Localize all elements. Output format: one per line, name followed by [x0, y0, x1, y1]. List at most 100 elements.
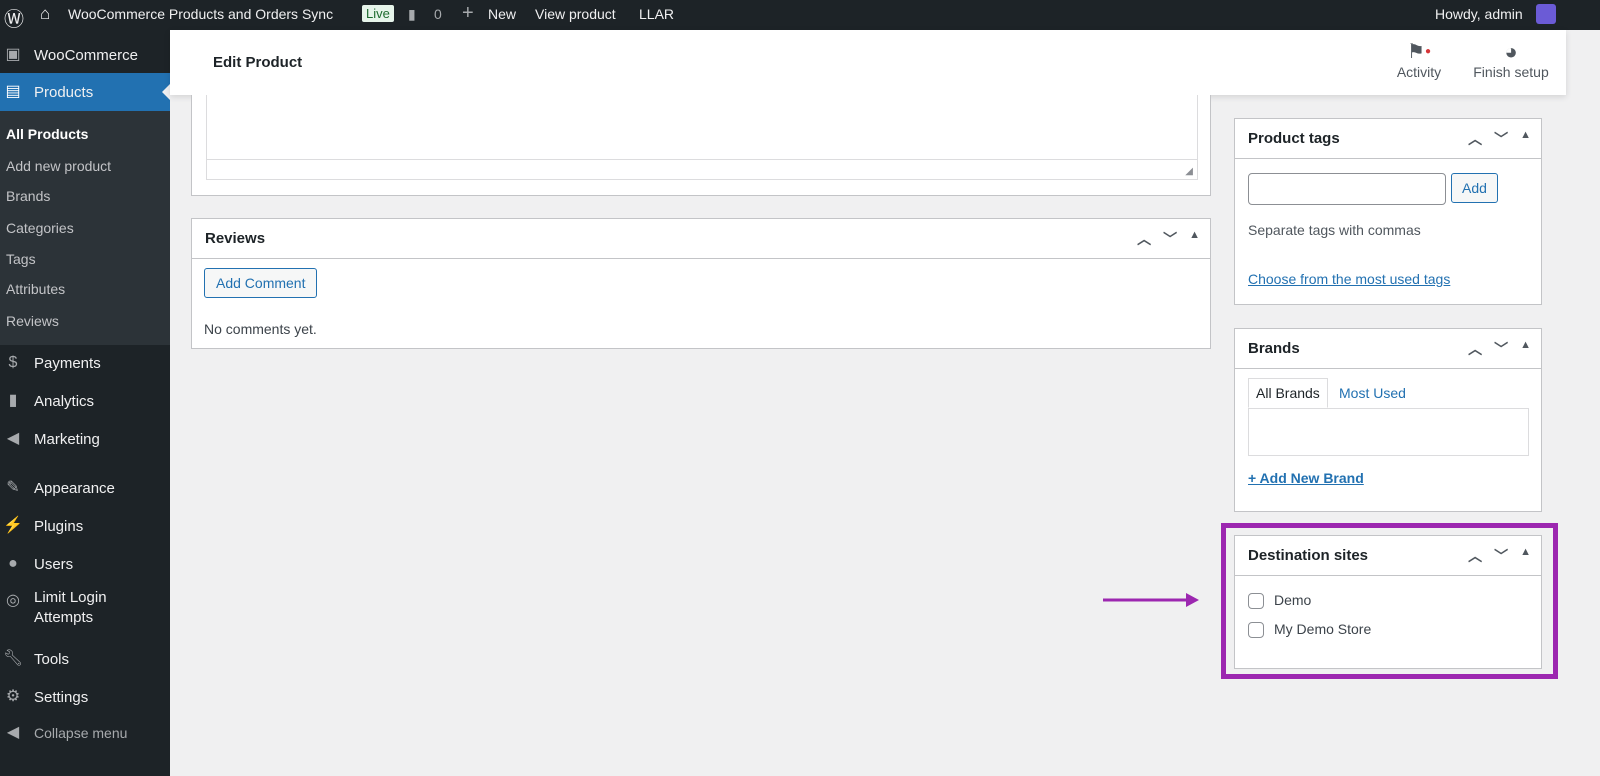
admin-sidebar: ▣ WooCommerce ▤ Products All Products Add … [0, 30, 170, 776]
move-up-icon[interactable]: ︿ [1468, 339, 1482, 359]
add-comment-button[interactable]: Add Comment [204, 268, 318, 298]
choose-most-used-tags-link[interactable]: Choose from the most used tags [1248, 271, 1450, 287]
menu-label: Payments [34, 354, 101, 372]
box-header: Product tags ︿ ﹀ ▲ [1235, 119, 1541, 159]
brands-checklist [1248, 408, 1529, 456]
tag-input[interactable] [1248, 173, 1446, 205]
tags-hint: Separate tags with commas [1248, 222, 1421, 238]
menu-label-line: Limit Login [34, 589, 107, 606]
move-up-icon[interactable]: ︿ [1137, 229, 1151, 249]
avatar[interactable] [1536, 4, 1556, 24]
toggle-panel-icon[interactable]: ▲ [1520, 546, 1531, 566]
wordpress-logo-icon[interactable]: Ⓦ [4, 3, 24, 32]
menu-users[interactable]: ● Users [0, 546, 170, 582]
submenu-all-products[interactable]: All Products [6, 126, 88, 142]
comments-icon[interactable]: ▮ [408, 6, 416, 23]
site-label: My Demo Store [1274, 621, 1372, 637]
menu-label: Products [34, 83, 94, 101]
box-title: Brands [1248, 340, 1300, 357]
current-arrow [154, 84, 170, 100]
flag-icon: ⚑● [1407, 41, 1431, 63]
menu-label-line: Attempts [34, 609, 94, 626]
reviews-box: Reviews ︿ ﹀ ▲ Add Comment No comments yet. [191, 218, 1211, 349]
add-new-brand-link[interactable]: + Add New Brand [1248, 470, 1364, 486]
menu-label: Plugins [34, 517, 84, 535]
comments-count[interactable]: 0 [434, 6, 442, 22]
submenu-attributes[interactable]: Attributes [6, 281, 65, 297]
box-header: Reviews ︿ ﹀ ▲ [192, 219, 1210, 259]
fingerprint-icon: ◎ [6, 592, 20, 609]
menu-label: Collapse menu [34, 725, 128, 741]
move-down-icon[interactable]: ﹀ [1163, 229, 1177, 249]
activity-label: Activity [1396, 64, 1442, 80]
box-controls: ︿ ﹀ ▲ [1468, 546, 1531, 566]
finish-setup-button[interactable]: ◕ Finish setup [1466, 39, 1556, 81]
site-checkbox[interactable] [1248, 622, 1264, 639]
menu-tools[interactable]: 🔧︎ Tools [0, 641, 170, 677]
tab-all-brands[interactable]: All Brands [1248, 378, 1328, 408]
progress-circle-icon: ◕ [1504, 39, 1518, 64]
submenu-brands[interactable]: Brands [6, 188, 50, 204]
products-submenu: All Products Add new product Brands Cate… [0, 111, 170, 345]
menu-products[interactable]: ▤ Products [0, 73, 170, 111]
analytics-icon: ▮ [8, 392, 18, 409]
submenu-categories[interactable]: Categories [6, 220, 74, 236]
editor-textarea[interactable]: ◢ [206, 95, 1198, 180]
menu-settings[interactable]: ⚙ Settings [0, 679, 170, 715]
collapse-icon: ◀ [6, 724, 20, 741]
submenu-reviews[interactable]: Reviews [6, 313, 59, 329]
megaphone-icon: ◀ [6, 430, 20, 447]
admin-bar: Ⓦ ⌂ WooCommerce Products and Orders Sync… [0, 0, 1600, 32]
menu-label: Settings [34, 688, 89, 706]
add-tag-button[interactable]: Add [1451, 173, 1498, 203]
submenu-tags[interactable]: Tags [6, 251, 36, 267]
menu-payments[interactable]: $ Payments [0, 345, 170, 381]
home-icon[interactable]: ⌂ [40, 4, 50, 24]
box-title: Destination sites [1248, 547, 1369, 564]
move-up-icon[interactable]: ︿ [1468, 129, 1482, 149]
menu-marketing[interactable]: ◀ Marketing [0, 421, 170, 457]
site-checkbox[interactable] [1248, 593, 1264, 610]
box-controls: ︿ ﹀ ▲ [1468, 339, 1531, 359]
move-down-icon[interactable]: ﹀ [1494, 546, 1508, 566]
page-header: Edit Product ⚑● Activity ◕ Finish setup [170, 30, 1566, 95]
tab-most-used[interactable]: Most Used [1339, 385, 1406, 401]
llar-link[interactable]: LLAR [639, 6, 674, 22]
site-option-my-demo-store[interactable]: My Demo Store [1248, 621, 1372, 639]
move-down-icon[interactable]: ﹀ [1494, 339, 1508, 359]
archive-icon: ▤ [5, 83, 21, 100]
menu-label: Limit Login Attempts [34, 588, 107, 628]
view-product-link[interactable]: View product [535, 6, 616, 22]
menu-plugins[interactable]: ⚡ Plugins [0, 508, 170, 544]
activity-button[interactable]: ⚑● Activity [1384, 40, 1454, 80]
site-option-demo[interactable]: Demo [1248, 592, 1312, 610]
resize-handle-icon[interactable]: ◢ [1185, 166, 1193, 177]
box-header: Destination sites ︿ ﹀ ▲ [1235, 536, 1541, 576]
no-comments-text: No comments yet. [204, 321, 317, 337]
move-up-icon[interactable]: ︿ [1468, 546, 1482, 566]
menu-appearance[interactable]: ✎ Appearance [0, 470, 170, 506]
toggle-panel-icon[interactable]: ▲ [1520, 129, 1531, 149]
submenu-add-new[interactable]: Add new product [6, 158, 111, 174]
menu-limit-login[interactable]: ◎ Limit Login Attempts [0, 588, 170, 632]
menu-label: Tools [34, 650, 70, 668]
menu-label: Marketing [34, 430, 100, 448]
plus-icon[interactable]: + [462, 2, 474, 25]
new-link[interactable]: New [488, 6, 516, 22]
site-label: Demo [1274, 592, 1312, 608]
menu-analytics[interactable]: ▮ Analytics [0, 383, 170, 419]
collapse-menu-button[interactable]: ◀ Collapse menu [0, 715, 170, 751]
toggle-panel-icon[interactable]: ▲ [1189, 229, 1200, 249]
plugin-icon: ⚡ [3, 517, 23, 534]
move-down-icon[interactable]: ﹀ [1494, 129, 1508, 149]
woo-icon: ▣ [5, 46, 21, 63]
toggle-panel-icon[interactable]: ▲ [1520, 339, 1531, 359]
menu-woocommerce[interactable]: ▣ WooCommerce [0, 37, 170, 73]
site-name-link[interactable]: WooCommerce Products and Orders Sync [68, 6, 333, 22]
payments-icon: $ [8, 354, 18, 371]
menu-label: Appearance [34, 479, 115, 497]
settings-icon: ⚙ [5, 688, 21, 705]
howdy-link[interactable]: Howdy, admin [1435, 6, 1523, 22]
live-badge: Live [362, 5, 394, 22]
add-comment-label[interactable]: Add Comment [204, 268, 318, 298]
